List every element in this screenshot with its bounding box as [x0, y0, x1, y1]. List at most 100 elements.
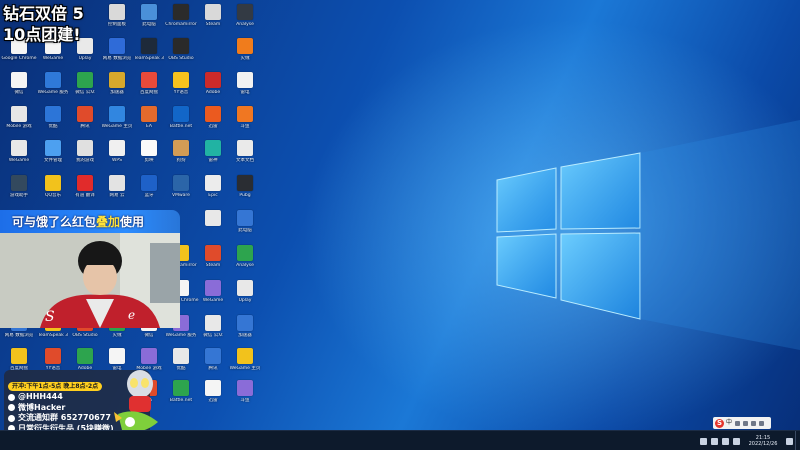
- desktop-icon-label: 文件管理: [44, 158, 62, 163]
- app-icon: [45, 72, 61, 88]
- desktop-icon[interactable]: 此电脑: [228, 210, 262, 242]
- desktop-icon[interactable]: WeGame 主页: [100, 106, 134, 138]
- desktop-icon-label: 腾讯: [208, 366, 218, 371]
- volume-icon[interactable]: [722, 437, 729, 445]
- show-desktop-button[interactable]: [795, 431, 800, 450]
- ime-punctuation-icon[interactable]: [735, 420, 741, 426]
- desktop-icon[interactable]: [196, 210, 230, 242]
- desktop-icon[interactable]: 斗鱼: [228, 106, 262, 138]
- app-icon: [45, 106, 61, 122]
- desktop-icon[interactable]: 腾讯: [196, 348, 230, 380]
- sogou-ime-icon[interactable]: S: [715, 418, 724, 428]
- desktop-icon[interactable]: 蓝牙: [132, 175, 166, 207]
- webcam-feed: S e: [0, 233, 180, 328]
- desktop-icon[interactable]: 火绒: [228, 38, 262, 70]
- app-icon: [109, 140, 125, 156]
- notification-icon[interactable]: [786, 437, 793, 445]
- desktop-icon[interactable]: Uplay: [228, 280, 262, 312]
- chevron-up-icon[interactable]: [700, 437, 707, 445]
- desktop-icon[interactable]: WeGame: [2, 140, 36, 172]
- app-icon: [77, 72, 93, 88]
- ime-menu-icon[interactable]: [759, 420, 765, 426]
- desktop-icon[interactable]: VMware: [164, 175, 198, 207]
- desktop-icon[interactable]: 剪映: [132, 140, 166, 172]
- app-icon: [237, 72, 253, 88]
- desktop-icon[interactable]: EA: [132, 106, 166, 138]
- app-icon: [237, 315, 253, 331]
- desktop-icon[interactable]: Chromamirror: [164, 4, 198, 36]
- desktop-icon[interactable]: 游戏助手: [2, 175, 36, 207]
- app-icon: [109, 72, 125, 88]
- weibo-icon: [8, 404, 15, 412]
- desktop-icon-label: Uplay: [238, 298, 252, 303]
- desktop-icon-label: Battle.net: [169, 124, 193, 129]
- desktop-icon[interactable]: 微信 公众: [68, 72, 102, 104]
- desktop-icon[interactable]: WPS: [100, 140, 134, 172]
- app-icon: [237, 38, 253, 54]
- desktop-icon[interactable]: Battle.net: [164, 106, 198, 138]
- desktop-icon[interactable]: 优酷: [164, 348, 198, 380]
- desktop-icon[interactable]: 狗狗: [164, 140, 198, 172]
- desktop-icon-label: Mobile 游戏: [6, 124, 32, 129]
- app-icon: [205, 210, 221, 226]
- desktop-icon[interactable]: 百度网盘: [132, 72, 166, 104]
- desktop-icon[interactable]: 此电脑: [132, 4, 166, 36]
- desktop-icon[interactable]: 雷神: [196, 140, 230, 172]
- desktop-icon[interactable]: YY语音: [164, 72, 198, 104]
- desktop-icon[interactable]: WeGame: [196, 280, 230, 312]
- app-icon: [173, 140, 189, 156]
- desktop-icon-label: Battle.net: [169, 398, 193, 403]
- desktop-icon[interactable]: 网易 云: [100, 175, 134, 207]
- desktop-icon-label: Pubg: [239, 193, 251, 198]
- desktop-icon[interactable]: QQ音乐: [36, 175, 70, 207]
- desktop-icon[interactable]: 腾讯: [68, 106, 102, 138]
- desktop-icon-label: 斗鱼: [240, 398, 250, 403]
- taskbar-clock[interactable]: 21:15 2022/12/26: [746, 435, 780, 447]
- desktop-icon[interactable]: Mobile 游戏: [2, 106, 36, 138]
- ime-language-toggle[interactable]: 中: [726, 417, 732, 429]
- desktop-icon[interactable]: 迅雷: [196, 380, 230, 412]
- desktop-icon[interactable]: TeamSpeak 3: [132, 38, 166, 70]
- desktop-icon[interactable]: Analyse: [228, 245, 262, 277]
- app-icon: [205, 175, 221, 191]
- desktop-icon[interactable]: Battle.net: [164, 380, 198, 412]
- ime-toolbar[interactable]: S 中: [713, 417, 771, 429]
- desktop-icon[interactable]: Steam: [196, 4, 230, 36]
- desktop-icon[interactable]: 微信: [2, 72, 36, 104]
- desktop-icon[interactable]: 加速器: [228, 315, 262, 347]
- desktop-icon[interactable]: Analyse: [228, 4, 262, 36]
- app-icon: [173, 4, 189, 20]
- app-icon: [45, 348, 61, 364]
- desktop-icon[interactable]: 文本文档: [228, 140, 262, 172]
- app-icon: [205, 140, 221, 156]
- desktop-icon[interactable]: 我的游戏: [68, 140, 102, 172]
- desktop-icon-label: [195, 228, 231, 240]
- desktop-icon[interactable]: 雷电: [228, 72, 262, 104]
- desktop-icon[interactable]: Steam: [196, 245, 230, 277]
- desktop-icon-label: 蓝牙: [144, 193, 154, 198]
- desktop-icon[interactable]: WeGame 服务: [36, 72, 70, 104]
- desktop-icon-label: WPS: [111, 158, 123, 163]
- desktop-icon[interactable]: Epic: [196, 175, 230, 207]
- app-icon: [77, 348, 93, 364]
- desktop-icon[interactable]: 文件管理: [36, 140, 70, 172]
- app-icon: [77, 175, 93, 191]
- desktop-icon[interactable]: 优酷: [36, 106, 70, 138]
- desktop-icon[interactable]: OBS Studio: [164, 38, 198, 70]
- desktop-icon[interactable]: Adobe: [196, 72, 230, 104]
- desktop-icon[interactable]: 迅雷: [196, 106, 230, 138]
- desktop-icon-label: Epic: [208, 193, 218, 198]
- ime-keyboard-icon[interactable]: [751, 420, 757, 426]
- battery-icon[interactable]: [733, 437, 740, 445]
- desktop-icon[interactable]: WeGame 主页: [228, 348, 262, 380]
- svg-text:S: S: [45, 309, 55, 325]
- desktop-icon[interactable]: 微信 公众: [196, 315, 230, 347]
- desktop-icon[interactable]: 斗鱼: [228, 380, 262, 412]
- desktop-icon[interactable]: 有道 翻译: [68, 175, 102, 207]
- desktop-icon-label: 此电脑: [238, 228, 252, 233]
- desktop-icon[interactable]: 加速器: [100, 72, 134, 104]
- ime-mic-icon[interactable]: [743, 420, 749, 426]
- desktop-icon[interactable]: Pubg: [228, 175, 262, 207]
- network-icon[interactable]: [711, 437, 718, 445]
- promo-banner: 可与饿了么红包叠加使用: [0, 210, 180, 234]
